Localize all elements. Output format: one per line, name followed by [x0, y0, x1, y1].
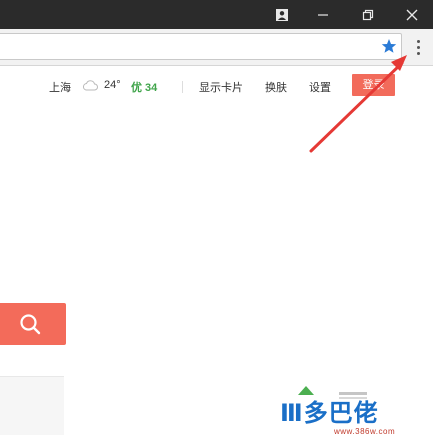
search-button[interactable] — [0, 303, 66, 345]
minimize-icon — [318, 13, 328, 16]
page-top-nav: 上海 24° 优 34 显示卡片 换肤 设置 登录 — [0, 70, 433, 102]
menu-dot-icon — [416, 39, 420, 43]
search-icon — [20, 314, 41, 335]
temperature-text: 24° — [104, 79, 121, 91]
restore-button[interactable] — [353, 0, 383, 29]
bookmark-star-icon[interactable] — [381, 38, 397, 54]
watermark-url: www.386w.com — [334, 427, 396, 436]
watermark-logo: Ⅲ多巴佬 — [280, 400, 379, 427]
air-quality-badge[interactable]: 优 34 — [131, 79, 157, 95]
user-icon — [276, 8, 288, 21]
close-icon — [406, 9, 418, 20]
content-panel — [0, 376, 64, 435]
skin-link[interactable]: 换肤 — [265, 79, 287, 95]
settings-link[interactable]: 设置 — [309, 79, 331, 95]
restore-icon — [362, 9, 374, 20]
cloud-icon — [82, 80, 98, 91]
address-bar[interactable] — [0, 33, 402, 60]
nav-divider — [182, 81, 183, 93]
menu-dot-icon — [416, 51, 420, 55]
show-card-link[interactable]: 显示卡片 — [199, 79, 243, 95]
profile-button[interactable] — [269, 0, 295, 29]
login-button[interactable]: 登录 — [352, 74, 395, 96]
close-button[interactable] — [395, 0, 429, 29]
minimize-button[interactable] — [308, 0, 338, 29]
browser-toolbar — [0, 29, 433, 66]
browser-menu-button[interactable] — [408, 36, 428, 58]
city-link[interactable]: 上海 — [49, 79, 71, 95]
menu-dot-icon — [416, 45, 420, 49]
window-titlebar — [0, 0, 433, 29]
